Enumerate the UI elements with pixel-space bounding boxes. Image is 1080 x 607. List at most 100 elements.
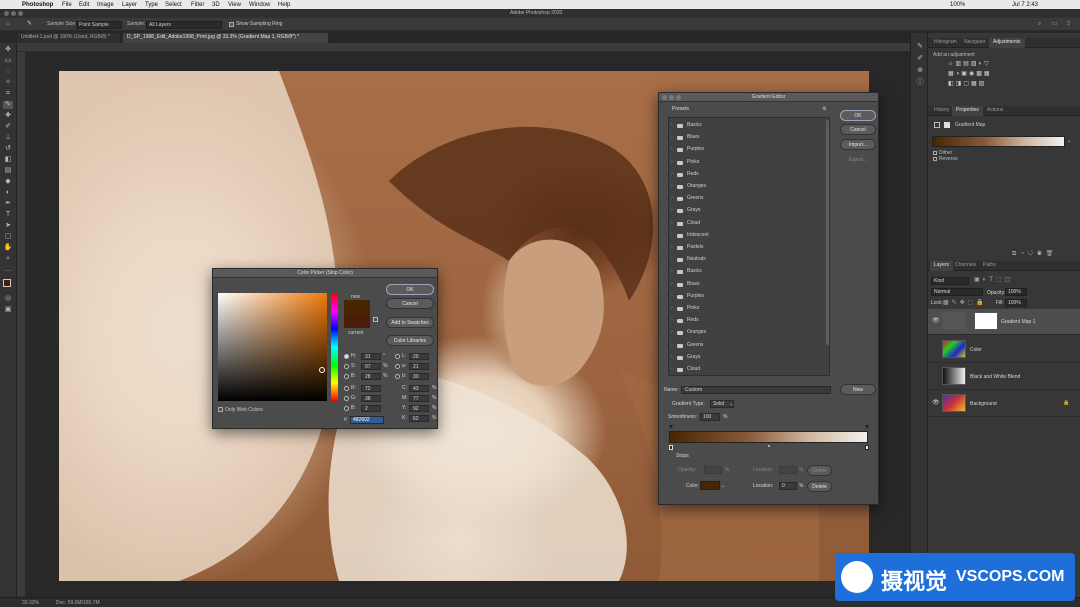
gradient-name-input[interactable]: Custom <box>681 386 831 394</box>
eyedropper-tool-icon[interactable]: ✎ <box>3 101 13 109</box>
preset-folder-item[interactable]: › Grays <box>669 205 827 217</box>
tab-actions[interactable]: Actions <box>983 106 1007 116</box>
layer-filter-select[interactable]: Kind <box>931 277 969 285</box>
lasso-tool-icon[interactable]: ◌ <box>3 68 13 76</box>
sample-size-select[interactable]: Point Sample <box>76 21 122 29</box>
layer-filter-icons[interactable]: ▣◐T⬚▢ <box>974 277 1013 283</box>
adjustment-icons-row3[interactable]: ◧◨▢▦▧ <box>948 81 986 87</box>
color-libraries-button[interactable]: Color Libraries <box>386 335 434 346</box>
preset-folder-item[interactable]: › Reds <box>669 315 827 327</box>
smoothness-input[interactable]: 100 <box>700 413 720 421</box>
share-icon[interactable]: ⇪ <box>1066 21 1071 27</box>
ge-cancel-button[interactable]: Cancel <box>840 124 876 135</box>
tab-adjustments[interactable]: Adjustments <box>989 38 1025 48</box>
crop-tool-icon[interactable]: ⌗ <box>3 90 13 98</box>
show-sampling-ring-checkbox[interactable] <box>229 22 234 27</box>
chevron-right-icon[interactable]: › <box>671 208 673 213</box>
preset-folder-item[interactable]: › Greens <box>669 340 827 352</box>
layer-opacity-input[interactable]: 100% <box>1005 288 1027 296</box>
layer-bw-blend[interactable]: Black and White Blend <box>928 364 1080 390</box>
web-safe-warning-icon[interactable] <box>373 317 378 322</box>
foreground-color-swatch[interactable] <box>3 279 11 287</box>
layer-fill-input[interactable]: 100% <box>1005 299 1027 307</box>
adjustment-icons-row1[interactable]: ☼▥▤▨◐▽ <box>948 61 991 67</box>
menu-edit[interactable]: Edit <box>79 2 89 8</box>
blue-field[interactable]: 2 <box>361 405 381 412</box>
chevron-right-icon[interactable]: › <box>671 281 673 287</box>
stamp-tool-icon[interactable]: ⊥ <box>3 134 13 142</box>
opacity-location-input[interactable] <box>779 466 797 474</box>
path-select-tool-icon[interactable]: ➤ <box>3 222 13 230</box>
eyedropper-icon[interactable]: ✎ <box>27 21 32 27</box>
hex-field[interactable]: 482602 <box>350 416 384 424</box>
dodge-tool-icon[interactable]: ◐ <box>3 189 13 197</box>
preset-folder-item[interactable]: › Iridescent <box>669 230 827 242</box>
chevron-right-icon[interactable]: › <box>671 135 673 140</box>
chevron-right-icon[interactable]: › <box>671 342 673 348</box>
brush-settings-icon[interactable]: ✎ <box>915 43 925 51</box>
color-field-cursor[interactable] <box>319 367 325 373</box>
tab-paths[interactable]: Paths <box>979 261 1000 271</box>
eraser-tool-icon[interactable]: ◧ <box>3 156 13 164</box>
current-color-swatch[interactable] <box>344 314 370 328</box>
chevron-right-icon[interactable]: › <box>671 159 673 165</box>
ge-ok-button[interactable]: OK <box>840 110 876 121</box>
blend-mode-select[interactable]: Normal <box>931 288 983 296</box>
chevron-right-icon[interactable]: › <box>671 147 673 152</box>
properties-footer-icons[interactable]: ⧉◔↺◉🗑 <box>1012 251 1057 257</box>
tab-untitled[interactable]: Untitled-1.psd @ 100% (Used, RGB/8) * <box>17 33 121 43</box>
type-tool-icon[interactable]: T <box>3 211 13 219</box>
menu-help[interactable]: Help <box>278 2 290 8</box>
clone-source-icon[interactable]: ⊕ <box>915 67 925 75</box>
menu-select[interactable]: Select <box>165 2 182 8</box>
preset-folder-item[interactable]: › Pastels <box>669 242 827 254</box>
preset-folder-item[interactable]: › Pinks <box>669 157 827 169</box>
preset-folder-item[interactable]: › Oranges <box>669 181 827 193</box>
color-delete-button[interactable]: Delete <box>807 481 832 492</box>
close-window-icon[interactable] <box>4 11 9 16</box>
color-picker-ok-button[interactable]: OK <box>386 284 434 295</box>
quick-select-tool-icon[interactable]: ✧ <box>3 79 13 87</box>
m-field[interactable]: 77 <box>409 395 429 402</box>
chevron-right-icon[interactable]: › <box>671 318 673 323</box>
adjustment-icons-row2[interactable]: ▦◑▣◉▩▦ <box>948 71 992 77</box>
lab-b-field[interactable]: 30 <box>409 373 429 380</box>
b-radio[interactable] <box>344 374 349 379</box>
zoom-level[interactable]: 33.33% <box>22 601 39 606</box>
search-icon[interactable]: ⌕ <box>1038 21 1041 27</box>
tab-channels[interactable]: Channels <box>951 261 980 271</box>
stop-color-swatch[interactable] <box>700 481 720 490</box>
layer-color[interactable]: Color <box>928 337 1080 363</box>
stop-opacity-input[interactable] <box>704 466 722 474</box>
preset-folder-item[interactable]: › Basics <box>669 266 827 278</box>
add-to-swatches-button[interactable]: Add to Swatches <box>386 317 434 328</box>
presets-scrollbar[interactable] <box>826 120 829 345</box>
r-field[interactable]: 72 <box>361 385 381 392</box>
preset-folder-item[interactable]: › Basics <box>669 120 827 132</box>
reverse-checkbox[interactable] <box>933 157 937 161</box>
a-radio[interactable] <box>395 364 400 369</box>
marquee-tool-icon[interactable]: ▭ <box>3 57 13 65</box>
minimize-window-icon[interactable] <box>11 11 16 16</box>
visibility-eye-icon[interactable]: 👁 <box>932 318 940 324</box>
ge-close-icon[interactable] <box>662 95 667 100</box>
move-tool-icon[interactable]: ✥ <box>3 46 13 54</box>
gradient-tool-icon[interactable]: ▤ <box>3 167 13 175</box>
opacity-delete-button[interactable]: Delete <box>807 465 832 476</box>
quick-mask-icon[interactable]: ◎ <box>3 295 13 303</box>
menu-window[interactable]: Window <box>249 2 270 8</box>
layer-mask-thumb[interactable] <box>974 312 998 330</box>
chevron-right-icon[interactable]: › <box>671 269 673 274</box>
preset-folder-item[interactable]: › Reds <box>669 169 827 181</box>
presets-gear-icon[interactable]: ⚙ <box>822 107 826 112</box>
home-icon[interactable]: ⌂ <box>6 21 10 27</box>
preset-folder-item[interactable]: › Blues <box>669 132 827 144</box>
preset-folder-item[interactable]: › Purples <box>669 291 827 303</box>
workspace-icon[interactable]: ▭ <box>1052 21 1058 27</box>
properties-gradient-bar[interactable] <box>932 136 1065 147</box>
stop-color-chevron-icon[interactable]: ⌄ <box>721 484 725 489</box>
chevron-right-icon[interactable]: › <box>671 184 673 189</box>
ge-minimize-icon[interactable] <box>669 95 674 100</box>
tab-histogram[interactable]: Histogram <box>930 38 961 48</box>
menu-3d[interactable]: 3D <box>212 2 220 8</box>
